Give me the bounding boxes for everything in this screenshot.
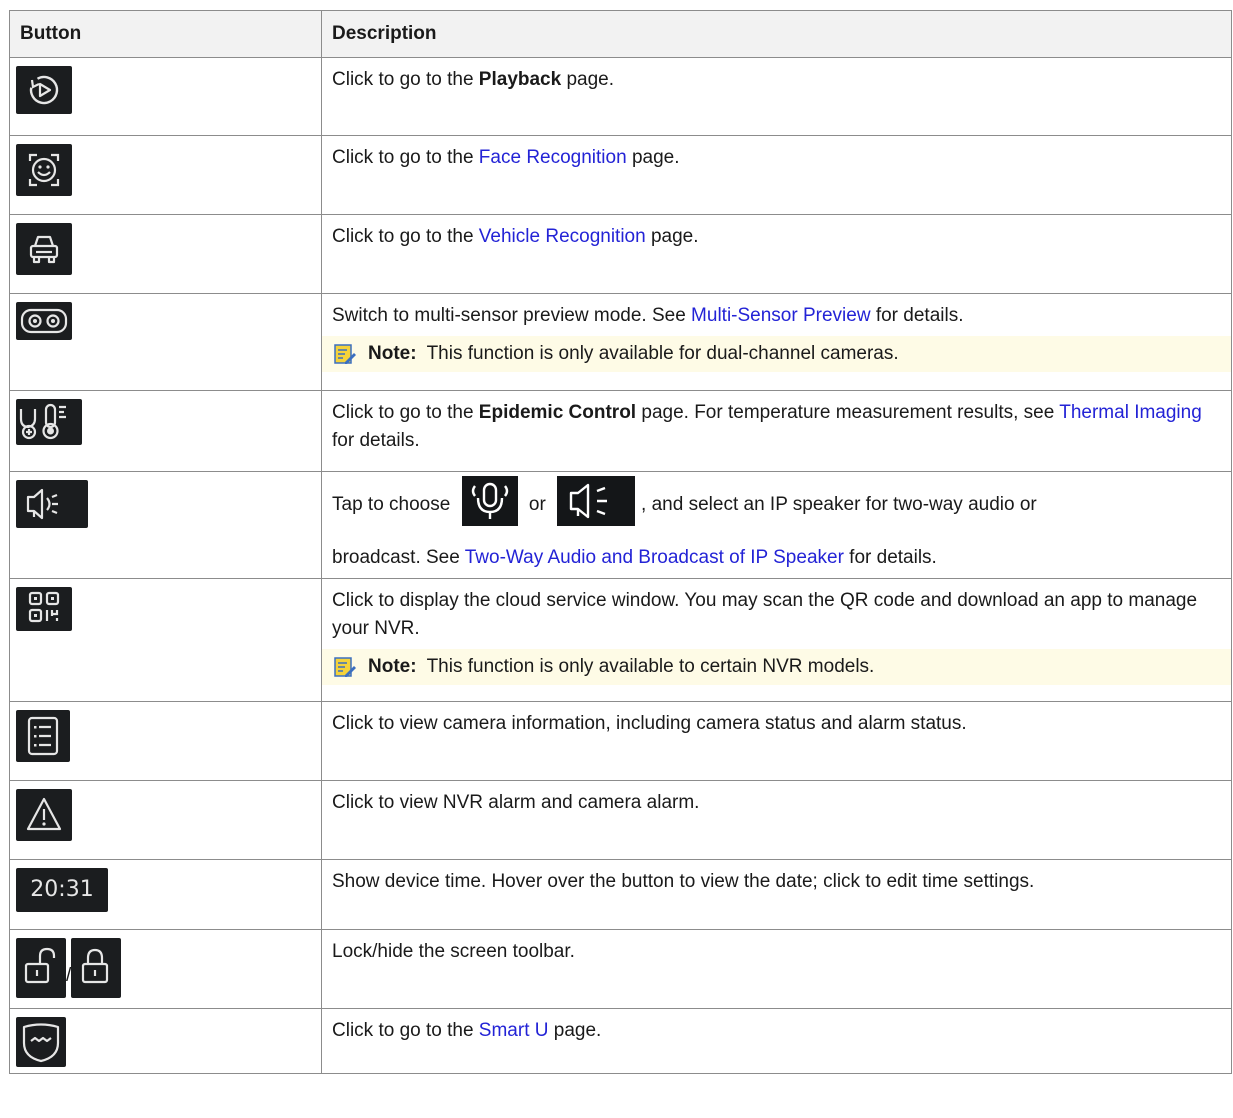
note-pen-icon <box>334 657 356 677</box>
playback-icon[interactable] <box>16 66 72 114</box>
description-cell: Click to display the cloud service windo… <box>321 578 1232 702</box>
unlock-icon[interactable] <box>16 938 66 998</box>
microphone-icon[interactable] <box>461 476 518 526</box>
table-row: Click to go to the Smart U page. <box>9 1008 1232 1074</box>
multi-sensor-preview-link[interactable]: Multi-Sensor Preview <box>691 305 871 326</box>
button-cell <box>9 1008 322 1074</box>
note-pen-icon <box>334 344 356 364</box>
button-cell: 20:31 <box>9 859 322 930</box>
note-text: This function is only available to certa… <box>426 656 875 677</box>
description-cell: Lock/hide the screen toolbar. <box>321 929 1232 1009</box>
epidemic-control-icon[interactable] <box>16 399 82 445</box>
button-cell <box>9 57 322 136</box>
note-label: Note: <box>368 343 417 364</box>
face-recognition-icon[interactable] <box>16 144 72 196</box>
table-row: Click to view NVR alarm and camera alarm… <box>9 780 1232 860</box>
table-row: Click to view camera information, includ… <box>9 701 1232 781</box>
multi-sensor-icon[interactable] <box>16 302 72 340</box>
lock-icon[interactable] <box>71 938 122 998</box>
header-description: Description <box>321 10 1232 58</box>
button-cell <box>9 780 322 860</box>
button-cell <box>9 135 322 215</box>
speaker-wave-icon[interactable] <box>557 476 636 526</box>
description-cell: Switch to multi-sensor preview mode. See… <box>321 293 1232 391</box>
description-cell: Click to view NVR alarm and camera alarm… <box>321 780 1232 860</box>
speaker-icon[interactable] <box>16 480 88 528</box>
smart-u-icon[interactable] <box>16 1017 66 1067</box>
device-time-button[interactable]: 20:31 <box>16 868 108 912</box>
table-row: / Lock/hide the screen toolbar. <box>9 929 1232 1009</box>
vehicle-recognition-icon[interactable] <box>16 223 72 275</box>
alarm-warning-icon[interactable] <box>16 789 72 841</box>
note-box: Note: This function is only available fo… <box>322 336 1231 372</box>
vehicle-recognition-link[interactable]: Vehicle Recognition <box>479 226 646 247</box>
note-box: Note: This function is only available to… <box>322 649 1231 685</box>
description-cell: Click to go to the Smart U page. <box>321 1008 1232 1074</box>
button-cell <box>9 471 322 579</box>
description-cell: Click to go to the Vehicle Recognition p… <box>321 214 1232 294</box>
button-cell <box>9 293 322 391</box>
smart-u-link[interactable]: Smart U <box>479 1020 549 1041</box>
description-cell: Tap to choose or , and select an IP spea… <box>321 471 1232 579</box>
table-row: Click to display the cloud service windo… <box>9 578 1232 702</box>
table-row: Click to go to the Playback page. <box>9 57 1232 136</box>
face-recognition-link[interactable]: Face Recognition <box>479 147 627 168</box>
button-cell <box>9 390 322 472</box>
button-cell <box>9 701 322 781</box>
description-cell: Click to go to the Epidemic Control page… <box>321 390 1232 472</box>
description-cell: Click to go to the Playback page. <box>321 57 1232 136</box>
button-cell: / <box>9 929 322 1009</box>
table-row: Click to go to the Face Recognition page… <box>9 135 1232 215</box>
thermal-imaging-link[interactable]: Thermal Imaging <box>1059 402 1202 423</box>
description-cell: Click to view camera information, includ… <box>321 701 1232 781</box>
table-row: Click to go to the Vehicle Recognition p… <box>9 214 1232 294</box>
table-header-row: Button Description <box>9 10 1232 58</box>
camera-list-icon[interactable] <box>16 710 70 762</box>
description-cell: Click to go to the Face Recognition page… <box>321 135 1232 215</box>
description-cell: Show device time. Hover over the button … <box>321 859 1232 930</box>
two-way-audio-link[interactable]: Two-Way Audio and Broadcast of IP Speake… <box>465 547 844 568</box>
button-cell <box>9 214 322 294</box>
note-text: This function is only available for dual… <box>426 343 899 364</box>
note-label: Note: <box>368 656 417 677</box>
button-description-table: Button Description Click to go to the Pl… <box>9 10 1232 1074</box>
table-row: 20:31 Show device time. Hover over the b… <box>9 859 1232 930</box>
button-cell <box>9 578 322 702</box>
table-row: Tap to choose or , and select an IP spea… <box>9 471 1232 579</box>
header-button: Button <box>9 10 322 58</box>
table-row: Switch to multi-sensor preview mode. See… <box>9 293 1232 391</box>
table-row: Click to go to the Epidemic Control page… <box>9 390 1232 472</box>
device-time-text: 20:31 <box>30 877 94 902</box>
qr-code-icon[interactable] <box>16 587 72 631</box>
